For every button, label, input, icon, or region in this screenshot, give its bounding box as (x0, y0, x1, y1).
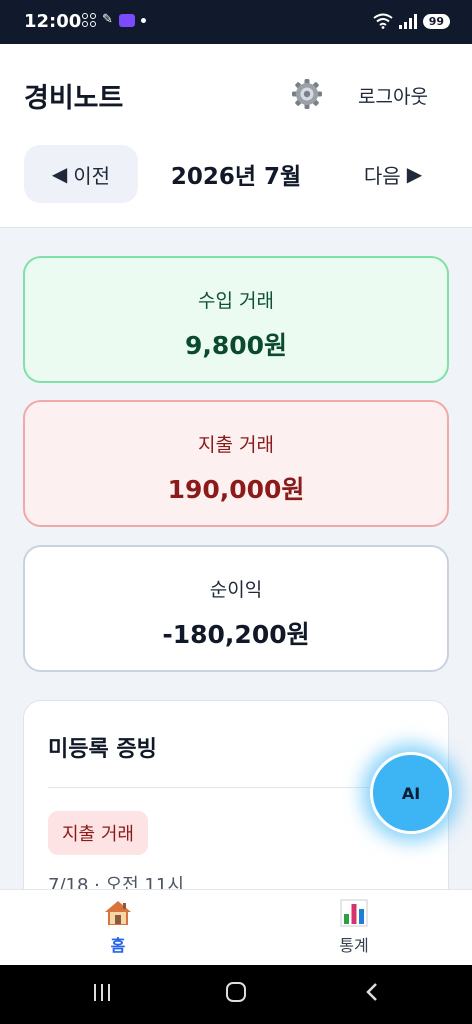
nav-label-home: 홈 (110, 936, 126, 955)
nav-item-home[interactable]: 홈 (58, 898, 178, 956)
expense-label: 지출 거래 (198, 434, 274, 456)
app-grid-icon (82, 13, 96, 27)
status-bar: 12:00 ✎ 99 (0, 0, 472, 44)
prev-month-button[interactable]: ◀ 이전 (24, 145, 138, 203)
wifi-icon (373, 13, 393, 29)
net-profit-label: 순이익 (209, 579, 263, 601)
app-header: 경비노트 로그아웃 ◀ 이전 2026년 7월 다음 ▶ (0, 44, 472, 228)
net-profit-card: 순이익 -180,200원 (23, 545, 449, 672)
expense-summary-card[interactable]: 지출 거래 190,000원 (23, 400, 449, 527)
panel-title: 미등록 증빙 (48, 737, 157, 762)
notification-icons: ✎ (82, 13, 146, 27)
nav-item-stats[interactable]: 통계 (294, 898, 414, 956)
system-indicators: 99 (373, 13, 450, 29)
status-time: 12:00 (24, 11, 82, 32)
system-nav-bar (0, 965, 472, 1024)
income-summary-card[interactable]: 수입 거래 9,800원 (23, 256, 449, 383)
logout-button[interactable]: 로그아웃 (358, 82, 428, 109)
divider (48, 787, 424, 788)
dot-icon (140, 17, 146, 23)
app-title: 경비노트 (24, 83, 124, 114)
battery-icon: 99 (422, 13, 450, 29)
back-chevron-icon[interactable] (362, 981, 384, 1003)
gear-icon[interactable] (290, 77, 324, 111)
income-label: 수입 거래 (198, 290, 274, 312)
transaction-type-badge: 지출 거래 (48, 811, 148, 855)
mail-icon (118, 13, 135, 27)
current-month: 2026년 7월 (170, 164, 302, 190)
next-month-label: 다음 (363, 163, 401, 188)
house-icon (105, 901, 131, 925)
signal-icon (398, 13, 417, 29)
ai-assistant-button[interactable]: AI (370, 752, 452, 834)
next-month-button[interactable]: 다음 ▶ (346, 145, 440, 203)
recents-icon[interactable] (94, 984, 110, 1001)
prev-month-label: 이전 (73, 163, 111, 188)
bar-chart-icon (340, 899, 368, 927)
triangle-right-icon: ▶ (406, 162, 423, 186)
expense-amount: 190,000원 (167, 475, 305, 504)
home-circle-icon[interactable] (226, 982, 246, 1002)
income-amount: 9,800원 (184, 331, 288, 360)
net-profit-amount: -180,200원 (162, 620, 310, 649)
bottom-nav: 홈 통계 (0, 889, 472, 965)
triangle-left-icon: ◀ (51, 162, 68, 186)
leaf-icon: ✎ (102, 12, 113, 27)
nav-label-stats: 통계 (339, 936, 369, 955)
